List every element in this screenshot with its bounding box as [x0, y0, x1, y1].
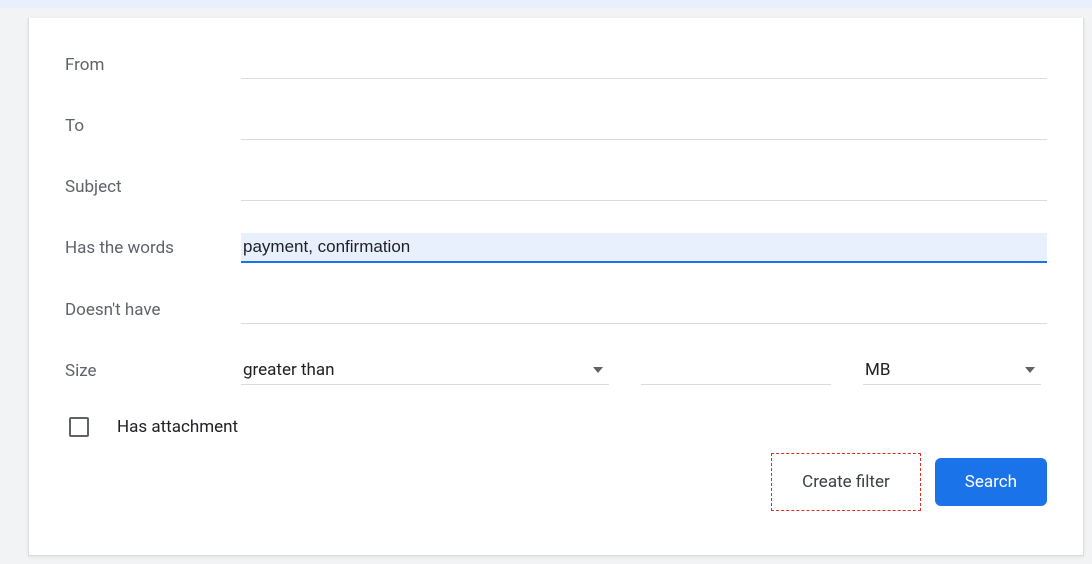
from-input[interactable] [241, 50, 1047, 79]
size-comparator-dropdown[interactable]: greater than [241, 356, 609, 385]
subject-row: Subject [65, 172, 1047, 201]
subject-label: Subject [65, 177, 241, 197]
size-row: Size greater than MB [65, 356, 1047, 385]
chevron-down-icon [1025, 367, 1035, 373]
has-attachment-label: Has attachment [117, 417, 238, 437]
from-input-wrap [241, 50, 1047, 79]
size-unit-dropdown[interactable]: MB [863, 356, 1041, 385]
search-filter-panel: From To Subject Has the words Doesn't ha… [28, 18, 1084, 556]
has-attachment-checkbox[interactable] [69, 417, 89, 437]
create-filter-button[interactable]: Create filter [771, 453, 921, 511]
from-row: From [65, 50, 1047, 79]
search-button[interactable]: Search [935, 458, 1047, 506]
doesnt-have-input-wrap [241, 295, 1047, 324]
has-words-row: Has the words [65, 233, 1047, 263]
doesnt-have-row: Doesn't have [65, 295, 1047, 324]
has-words-input-wrap [241, 233, 1047, 263]
size-comparator-value: greater than [243, 360, 335, 380]
size-label: Size [65, 361, 241, 381]
to-input-wrap [241, 111, 1047, 140]
has-words-input[interactable] [241, 233, 1047, 263]
to-input[interactable] [241, 111, 1047, 140]
subject-input-wrap [241, 172, 1047, 201]
from-label: From [65, 55, 241, 75]
size-value-input[interactable] [641, 356, 831, 385]
to-label: To [65, 116, 241, 136]
doesnt-have-input[interactable] [241, 295, 1047, 324]
subject-input[interactable] [241, 172, 1047, 201]
to-row: To [65, 111, 1047, 140]
has-attachment-row: Has attachment [69, 417, 1047, 437]
chevron-down-icon [593, 367, 603, 373]
size-unit-value: MB [865, 360, 890, 380]
doesnt-have-label: Doesn't have [65, 300, 241, 320]
top-background [0, 0, 1092, 8]
search-bar-fragment [30, 0, 820, 5]
has-words-label: Has the words [65, 238, 241, 258]
action-buttons: Create filter Search [771, 453, 1047, 511]
